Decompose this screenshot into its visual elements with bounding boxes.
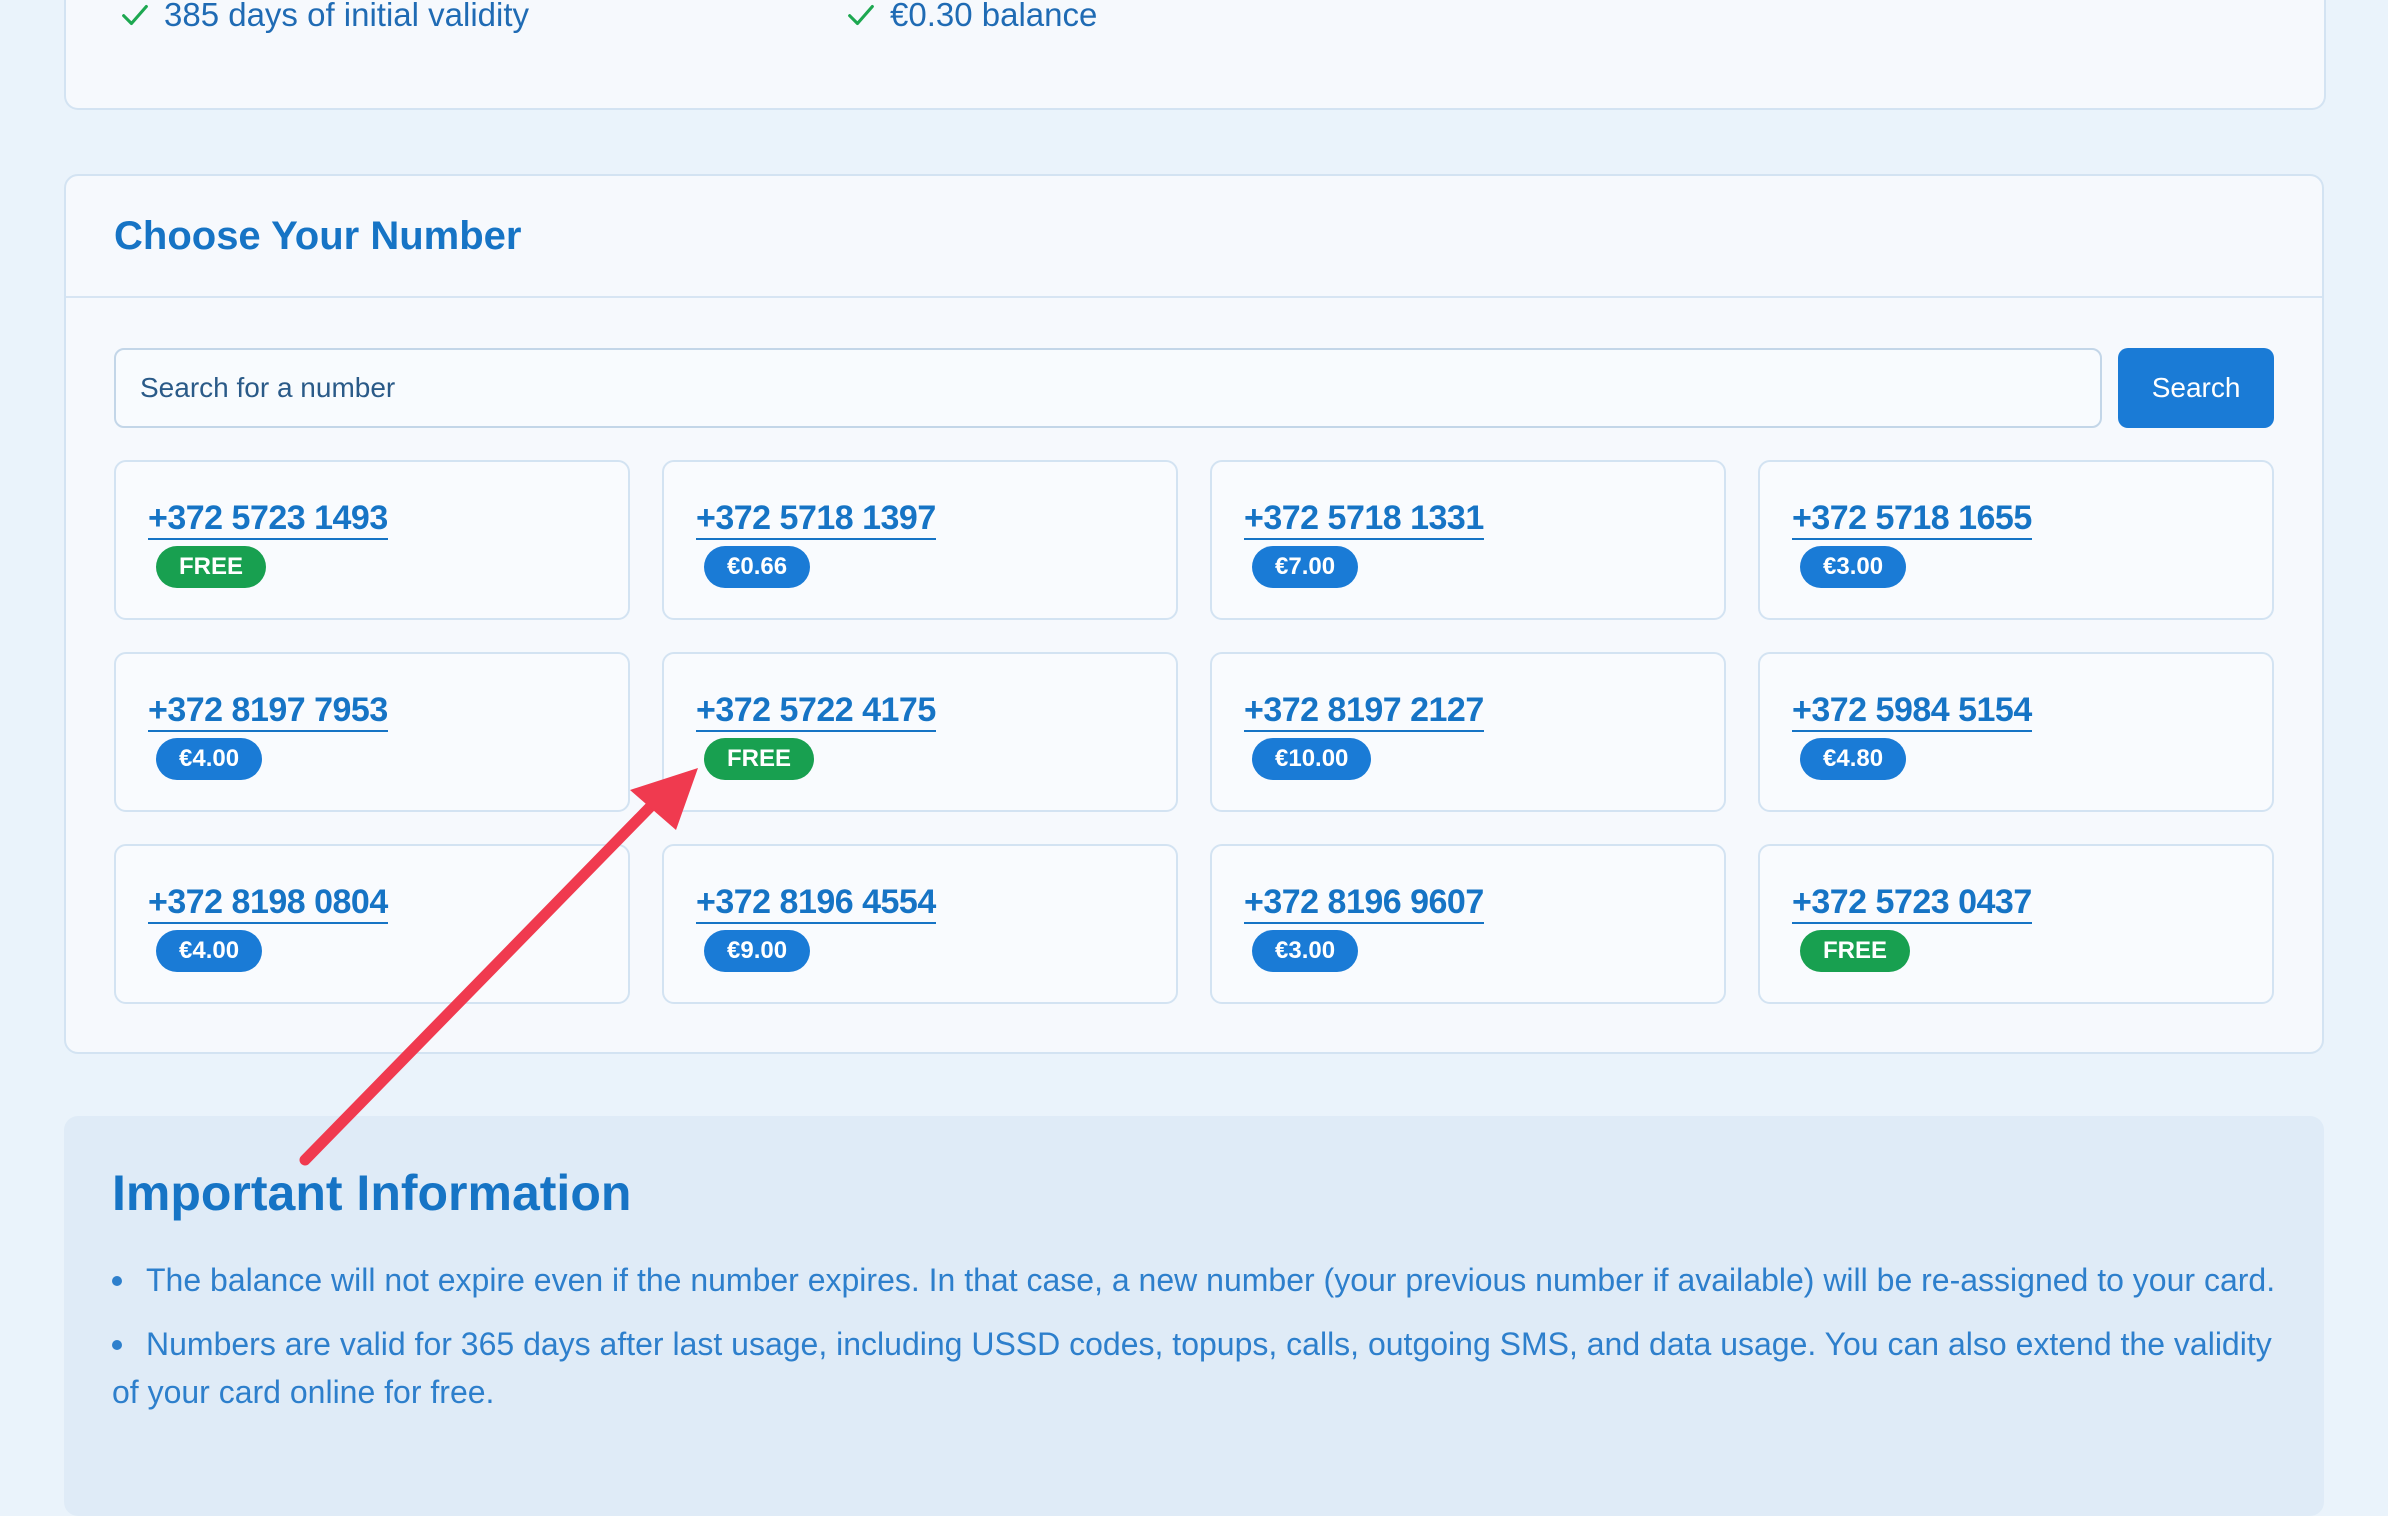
choose-number-header: Choose Your Number — [66, 176, 2322, 298]
number-card[interactable]: +372 8198 0804 €4.00 — [114, 844, 630, 1004]
number-link[interactable]: +372 5722 4175 — [696, 690, 936, 732]
search-row: Search — [114, 348, 2274, 428]
number-card[interactable]: +372 5723 1493 FREE — [114, 460, 630, 620]
important-info-section: Important Information The balance will n… — [64, 1116, 2324, 1516]
features-card: 385 days of initial validity €0.30 balan… — [64, 0, 2326, 110]
number-link[interactable]: +372 8198 0804 — [148, 882, 388, 924]
price-badge: €4.80 — [1800, 738, 1907, 780]
number-link[interactable]: +372 5723 0437 — [1792, 882, 2032, 924]
search-button[interactable]: Search — [2118, 348, 2274, 428]
number-card[interactable]: +372 8197 7953 €4.00 — [114, 652, 630, 812]
number-card[interactable]: +372 8196 4554 €9.00 — [662, 844, 1178, 1004]
list-item: The balance will not expire even if the … — [112, 1256, 2292, 1304]
check-icon — [848, 4, 874, 26]
number-card[interactable]: +372 5722 4175 FREE — [662, 652, 1178, 812]
number-link[interactable]: +372 5723 1493 — [148, 498, 388, 540]
price-badge: €7.00 — [1252, 546, 1359, 588]
number-grid: +372 5723 1493 FREE +372 5718 1397 €0.66… — [114, 460, 2274, 1004]
price-badge: €10.00 — [1252, 738, 1372, 780]
price-badge: €3.00 — [1800, 546, 1907, 588]
price-badge: €3.00 — [1252, 930, 1359, 972]
number-card[interactable]: +372 5718 1655 €3.00 — [1758, 460, 2274, 620]
number-link[interactable]: +372 5718 1397 — [696, 498, 936, 540]
price-badge: FREE — [1800, 930, 1911, 972]
price-badge: FREE — [704, 738, 815, 780]
choose-number-title: Choose Your Number — [114, 213, 522, 258]
number-link[interactable]: +372 5984 5154 — [1792, 690, 2032, 732]
choose-number-card: Choose Your Number Search +372 5723 1493… — [64, 174, 2324, 1054]
feature-text: €0.30 balance — [890, 0, 1098, 33]
number-card[interactable]: +372 8197 2127 €10.00 — [1210, 652, 1726, 812]
number-link[interactable]: +372 8196 4554 — [696, 882, 936, 924]
feature-validity: 385 days of initial validity — [118, 0, 529, 34]
number-card[interactable]: +372 5718 1331 €7.00 — [1210, 460, 1726, 620]
number-card[interactable]: +372 5723 0437 FREE — [1758, 844, 2274, 1004]
number-card[interactable]: +372 5984 5154 €4.80 — [1758, 652, 2274, 812]
search-input[interactable] — [114, 348, 2103, 428]
number-link[interactable]: +372 5718 1655 — [1792, 498, 2032, 540]
feature-balance: €0.30 balance — [844, 0, 1097, 34]
number-link[interactable]: +372 5718 1331 — [1244, 498, 1484, 540]
list-item: Numbers are valid for 365 days after las… — [112, 1320, 2292, 1416]
price-badge: €9.00 — [704, 930, 811, 972]
number-link[interactable]: +372 8197 7953 — [148, 690, 388, 732]
price-badge: FREE — [156, 546, 267, 588]
check-icon — [122, 4, 148, 26]
price-badge: €4.00 — [156, 930, 263, 972]
number-card[interactable]: +372 8196 9607 €3.00 — [1210, 844, 1726, 1004]
feature-text: 385 days of initial validity — [164, 0, 530, 33]
price-badge: €0.66 — [704, 546, 811, 588]
number-link[interactable]: +372 8196 9607 — [1244, 882, 1484, 924]
number-link[interactable]: +372 8197 2127 — [1244, 690, 1484, 732]
number-card[interactable]: +372 5718 1397 €0.66 — [662, 460, 1178, 620]
important-info-list: The balance will not expire even if the … — [112, 1256, 2292, 1432]
price-badge: €4.00 — [156, 738, 263, 780]
important-info-title: Important Information — [112, 1165, 632, 1221]
